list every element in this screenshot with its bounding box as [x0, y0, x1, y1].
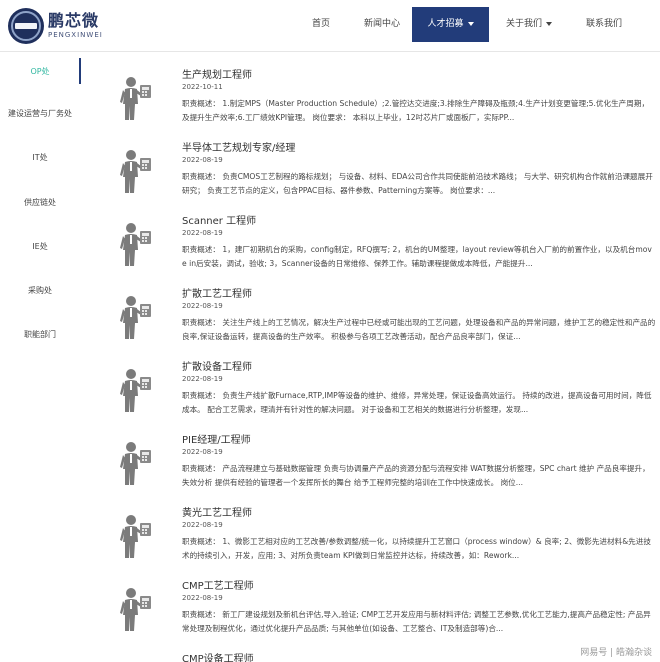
- employee-calculator-icon: [118, 441, 152, 487]
- job-listing[interactable]: 半导体工艺规划专家/经理 2022-08-19 职责概述： 负责CMOS工艺制程…: [100, 139, 660, 211]
- brand-logo[interactable]: 鹏芯微 PENGXINWEI: [8, 7, 118, 45]
- department-sidebar: OP处 建设运营与厂务处 IT处 供应链处 IE处 采购处 职能部门: [0, 52, 82, 662]
- site-header: 鹏芯微 PENGXINWEI 首页 新闻中心 人才招募 关于我们 联系我们: [0, 0, 660, 52]
- job-listing[interactable]: CMP工艺工程师 2022-08-19 职责概述： 新工厂建设规划及新机台评估,…: [100, 577, 660, 649]
- job-title[interactable]: 黄光工艺工程师: [182, 504, 252, 519]
- employee-calculator-icon: [118, 222, 152, 268]
- brand-name: 鹏芯微: [48, 11, 100, 30]
- job-title[interactable]: PIE经理/工程师: [182, 431, 251, 446]
- sidebar-item-op[interactable]: OP处: [0, 66, 80, 77]
- job-description: 职责概述： 产品流程建立与基础数据管理 负责与协调量产产品的资源分配与流程安排 …: [182, 464, 650, 487]
- job-date: 2022-08-19: [182, 448, 223, 456]
- sidebar-item-procurement[interactable]: 采购处: [0, 285, 80, 296]
- job-description: 职责概述： 1，建厂初期机台的采购，config制定，RFQ撰写; 2，机台的U…: [182, 245, 652, 268]
- job-date: 2022-08-19: [182, 302, 223, 310]
- job-listing[interactable]: PIE经理/工程师 2022-08-19 职责概述： 产品流程建立与基础数据管理…: [100, 431, 660, 503]
- job-description: 职责概述： 1.制定MPS（Master Production Schedule…: [182, 99, 650, 122]
- employee-calculator-icon: [118, 295, 152, 341]
- sidebar-item-functional[interactable]: 职能部门: [0, 329, 80, 340]
- job-date: 2022-08-19: [182, 594, 223, 602]
- job-title[interactable]: 扩散工艺工程师: [182, 285, 252, 300]
- job-date: 2022-08-19: [182, 156, 223, 164]
- job-description: 职责概述： 关注生产线上的工艺情况，解决生产过程中已经或可能出现的工艺问题，处理…: [182, 318, 656, 341]
- nav-about-label: 关于我们: [505, 19, 542, 29]
- job-title[interactable]: CMP工艺工程师: [182, 577, 254, 592]
- job-listing[interactable]: 扩散工艺工程师 2022-08-19 职责概述： 关注生产线上的工艺情况，解决生…: [100, 285, 660, 357]
- job-title[interactable]: 生产规划工程师: [182, 66, 252, 81]
- nav-careers[interactable]: 人才招募: [412, 7, 489, 42]
- job-title[interactable]: Scanner 工程师: [182, 212, 256, 227]
- nav-news[interactable]: 新闻中心: [352, 7, 412, 42]
- nav-contact-label: 联系我们: [585, 19, 622, 29]
- job-description: 职责概述： 1、微影工艺相对应的工艺改善/参数调整/统一化，以持续提升工艺窗口（…: [182, 537, 651, 560]
- job-title[interactable]: CMP设备工程师: [182, 650, 254, 662]
- sidebar-active-indicator: [79, 58, 81, 84]
- nav-news-label: 新闻中心: [363, 19, 400, 29]
- job-date: 2022-08-19: [182, 521, 223, 529]
- job-listing[interactable]: 扩散设备工程师 2022-08-19 职责概述： 负责生产线扩散Furnace,…: [100, 358, 660, 430]
- nav-contact[interactable]: 联系我们: [569, 7, 639, 42]
- sidebar-item-facilities[interactable]: 建设运营与厂务处: [0, 108, 80, 119]
- nav-home[interactable]: 首页: [290, 7, 352, 42]
- employee-calculator-icon: [118, 76, 152, 122]
- watermark: 网易号 | 皓瀚杂谈: [580, 648, 652, 658]
- job-listing[interactable]: 生产规划工程师 2022-10-11 职责概述： 1.制定MPS（Master …: [100, 66, 660, 138]
- chevron-down-icon: [467, 21, 474, 26]
- job-description: 职责概述： 负责生产线扩散Furnace,RTP,IMP等设备的维护、维修，异常…: [182, 391, 652, 414]
- employee-calculator-icon: [118, 368, 152, 414]
- job-date: 2022-10-11: [182, 83, 223, 91]
- brand-name-en: PENGXINWEI: [48, 31, 103, 39]
- job-title[interactable]: 扩散设备工程师: [182, 358, 252, 373]
- job-listing[interactable]: 黄光工艺工程师 2022-08-19 职责概述： 1、微影工艺相对应的工艺改善/…: [100, 504, 660, 576]
- chevron-down-icon: [546, 21, 552, 26]
- job-description: 职责概述： 负责CMOS工艺制程的路标规划； 与设备、材料、EDA公司合作共同使…: [182, 172, 653, 195]
- nav-home-label: 首页: [311, 19, 330, 29]
- main-nav: 首页 新闻中心 人才招募 关于我们 联系我们: [290, 7, 639, 42]
- nav-about[interactable]: 关于我们: [489, 7, 569, 42]
- job-listing[interactable]: Scanner 工程师 2022-08-19 职责概述： 1，建厂初期机台的采购…: [100, 212, 660, 284]
- job-title[interactable]: 半导体工艺规划专家/经理: [182, 139, 295, 154]
- job-date: 2022-08-19: [182, 229, 223, 237]
- employee-calculator-icon: [118, 149, 152, 195]
- sidebar-item-supply-chain[interactable]: 供应链处: [0, 197, 80, 208]
- job-listing[interactable]: CMP设备工程师: [100, 650, 660, 662]
- job-description: 职责概述： 新工厂建设规划及新机台评估,导入,验证; CMP工艺开发应用与新材料…: [182, 610, 651, 633]
- employee-calculator-icon: [118, 514, 152, 560]
- job-date: 2022-08-19: [182, 375, 223, 383]
- nav-careers-label: 人才招募: [427, 19, 464, 29]
- sidebar-item-ie[interactable]: IE处: [0, 241, 80, 252]
- sidebar-item-it[interactable]: IT处: [0, 152, 80, 163]
- employee-calculator-icon: [118, 587, 152, 633]
- logo-emblem-icon: [8, 8, 44, 44]
